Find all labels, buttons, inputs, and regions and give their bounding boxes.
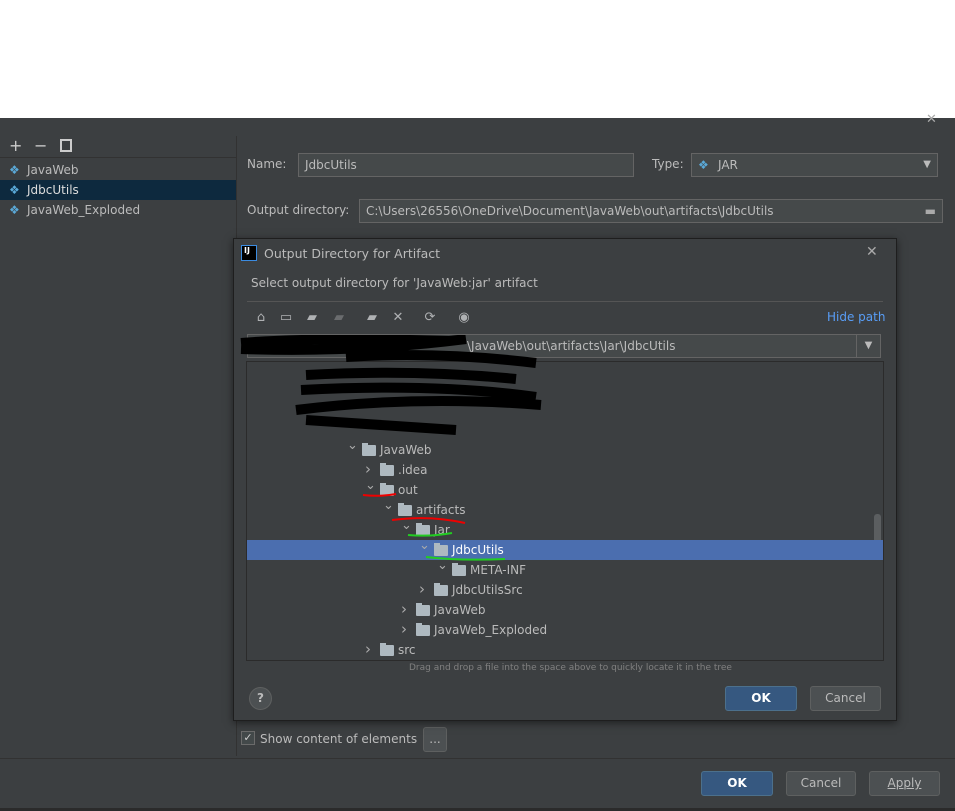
more-button[interactable]: ... [423, 727, 447, 752]
divider [247, 301, 883, 302]
tree-node[interactable]: ⌄ JavaWeb [247, 438, 883, 460]
annotation-underlines [362, 493, 506, 561]
chevron-right-icon[interactable]: › [365, 639, 375, 659]
folder-icon [434, 583, 448, 596]
tree-node[interactable]: › JavaWeb_Exploded [247, 620, 883, 640]
type-label: Type: [652, 157, 684, 171]
copy-icon[interactable] [60, 139, 72, 152]
output-directory-label: Output directory: [247, 203, 350, 217]
desktop-icon[interactable]: ▭ [278, 310, 294, 326]
folder-icon [380, 643, 394, 656]
redaction-scribble [240, 335, 542, 435]
delete-icon[interactable]: ✕ [390, 310, 406, 326]
new-folder-icon[interactable]: ▰ [364, 310, 380, 326]
apply-button[interactable]: Apply [869, 771, 940, 796]
project-folder-icon[interactable]: ▰ [304, 310, 320, 326]
chevron-down-icon[interactable]: ▼ [856, 335, 880, 357]
tree-node[interactable]: ⌄ META-INF [247, 558, 883, 580]
chevron-down-icon: ▼ [923, 159, 931, 170]
ok-button[interactable]: OK [701, 771, 773, 796]
chevron-down-icon[interactable]: ⌄ [347, 436, 358, 456]
home-icon[interactable]: ⌂ [253, 310, 269, 326]
tree-node[interactable]: ⌄ JdbcUtils [247, 538, 883, 560]
tree-node[interactable]: › src [247, 640, 883, 660]
artifact-icon: ❖ [9, 163, 20, 177]
chevron-right-icon[interactable]: › [401, 599, 411, 619]
folder-browse-icon[interactable]: ▬ [925, 200, 936, 222]
artifact-item-javaweb-exploded[interactable]: ❖ JavaWeb_Exploded [0, 200, 236, 220]
jar-icon: ❖ [698, 158, 709, 172]
dialog-title: Output Directory for Artifact [264, 246, 441, 261]
intellij-logo-icon: IJ [241, 245, 257, 261]
show-content-label: Show content of elements [260, 732, 418, 746]
output-directory-input[interactable]: C:\Users\26556\OneDrive\Document\JavaWeb… [359, 199, 943, 223]
left-toolbar: + − [0, 136, 236, 158]
tree-node[interactable]: ⌄ out [247, 478, 883, 500]
folder-icon [416, 603, 430, 616]
module-folder-icon[interactable]: ▰ [331, 310, 347, 326]
show-content-checkbox[interactable]: ✓ [241, 731, 255, 745]
artifact-icon: ❖ [9, 203, 20, 217]
artifact-item-jdbcutils[interactable]: ❖ JdbcUtils [0, 180, 236, 200]
remove-icon[interactable]: − [34, 136, 47, 155]
chevron-right-icon[interactable]: › [419, 579, 429, 599]
hide-path-link[interactable]: Hide path [827, 310, 885, 324]
dialog-ok-button[interactable]: OK [725, 686, 797, 711]
add-icon[interactable]: + [9, 136, 22, 155]
dialog-close-icon[interactable]: ✕ [866, 244, 878, 260]
name-input[interactable]: JdbcUtils [298, 153, 634, 177]
tree-node[interactable]: › .idea [247, 460, 883, 480]
dialog-cancel-button[interactable]: Cancel [810, 686, 881, 711]
chevron-right-icon[interactable]: › [401, 619, 411, 639]
folder-icon [380, 463, 394, 476]
divider [0, 758, 955, 759]
tree-node[interactable]: › JdbcUtilsSrc [247, 580, 883, 600]
jar-icon: ❖ [9, 183, 20, 197]
folder-icon [416, 623, 430, 636]
close-icon[interactable]: ✕ [926, 112, 937, 127]
refresh-icon[interactable]: ⟳ [422, 310, 438, 326]
drag-drop-hint: Drag and drop a file into the space abov… [409, 663, 732, 673]
folder-icon [362, 443, 376, 456]
artifact-item-javaweb[interactable]: ❖ JavaWeb [0, 160, 236, 180]
tree-node[interactable]: › JavaWeb [247, 600, 883, 620]
dialog-subtitle: Select output directory for 'JavaWeb:jar… [251, 276, 538, 290]
folder-icon [452, 563, 466, 576]
tree-node[interactable]: ⌄ artifacts [247, 498, 883, 520]
type-select[interactable]: ❖ JAR ▼ [691, 153, 938, 177]
show-hidden-icon[interactable]: ◉ [456, 310, 472, 326]
tree-node[interactable]: ⌄ Jar [247, 518, 883, 540]
help-button[interactable]: ? [249, 687, 272, 710]
cancel-button[interactable]: Cancel [786, 771, 856, 796]
name-label: Name: [247, 157, 287, 171]
